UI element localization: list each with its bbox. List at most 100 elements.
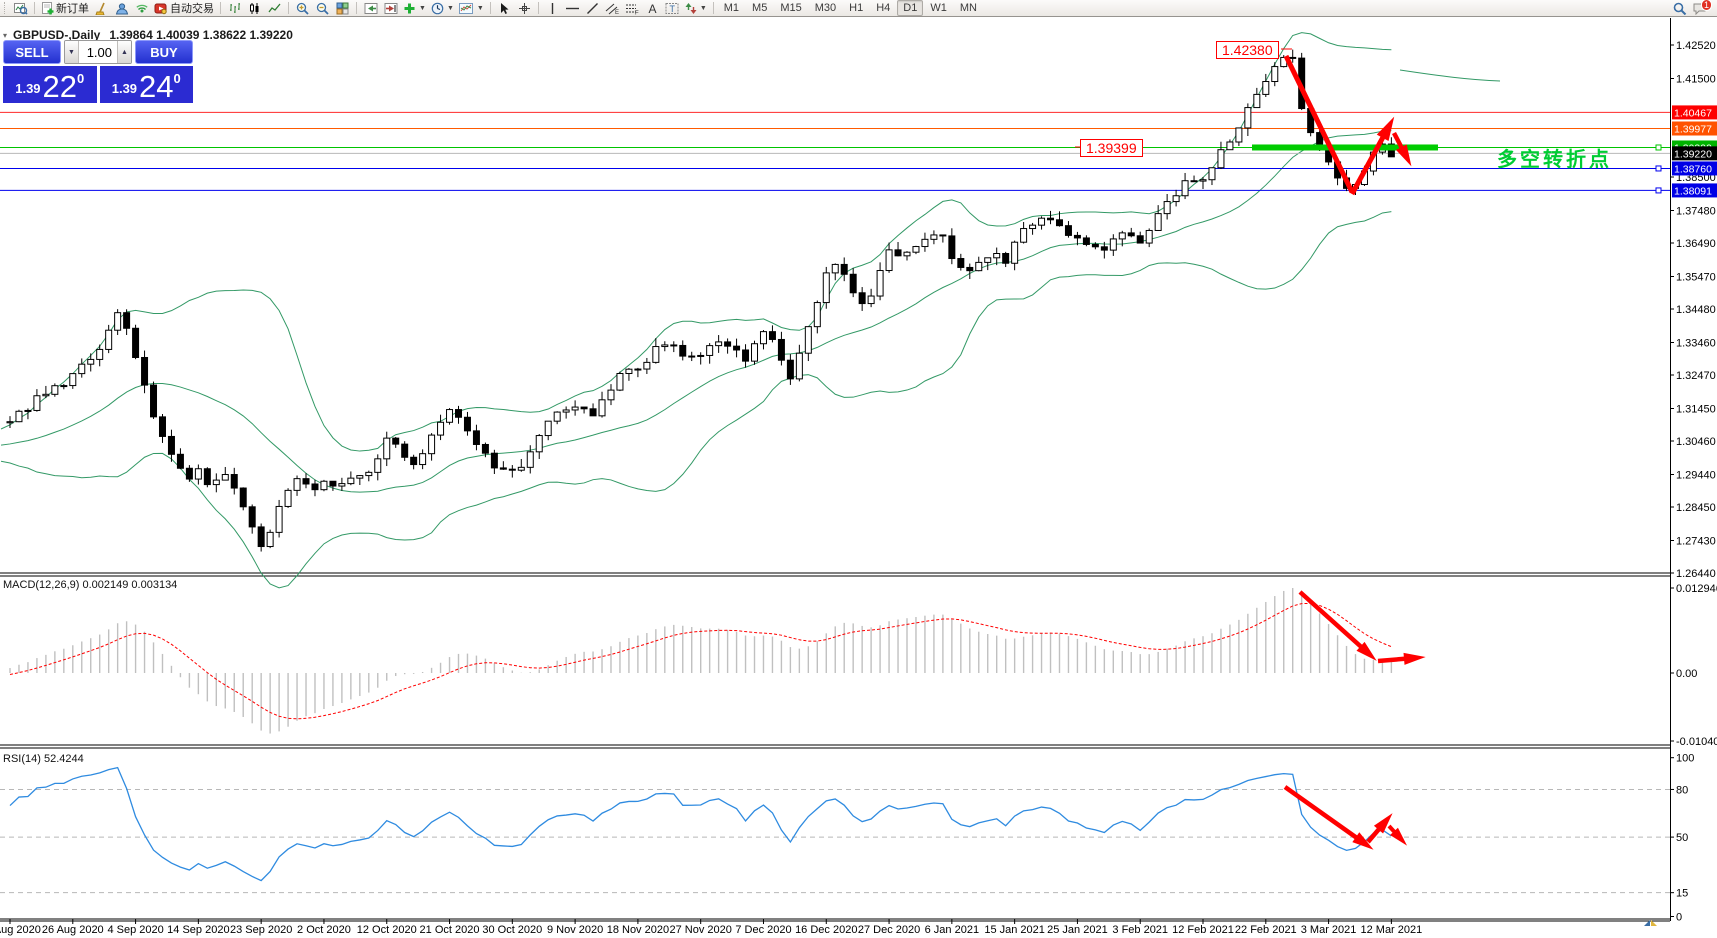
svg-text:7 Dec 2020: 7 Dec 2020	[735, 924, 791, 936]
price-level-lines[interactable]	[0, 112, 1670, 190]
svg-text:1.29440: 1.29440	[1676, 469, 1716, 481]
period-button[interactable]: ▼	[429, 0, 456, 16]
clock-icon	[431, 2, 444, 15]
one-click-trading-panel: SELL ▼ 1.00 ▲ BUY 1.39220 1.39240	[3, 40, 193, 103]
zoom-out-button[interactable]	[313, 0, 332, 16]
svg-text:30 Oct 2020: 30 Oct 2020	[482, 924, 542, 936]
timeframe-m30[interactable]: M30	[809, 0, 842, 16]
template-icon	[459, 2, 474, 15]
profile-cloud-icon	[115, 2, 129, 15]
svg-text:50: 50	[1676, 832, 1688, 844]
bar-chart-button[interactable]	[225, 0, 244, 16]
svg-text:14 Sep 2020: 14 Sep 2020	[167, 924, 229, 936]
chat-button[interactable]: 1	[1690, 0, 1709, 16]
support-price-label[interactable]: 1.39399	[1080, 139, 1143, 157]
tile-windows-button[interactable]	[333, 0, 352, 16]
chart-shift-button[interactable]	[361, 0, 380, 16]
search-icon	[1673, 2, 1687, 15]
vertical-line-button[interactable]	[543, 0, 562, 16]
clear-charts-button[interactable]	[92, 0, 111, 16]
candlestick-chart-button[interactable]	[245, 0, 264, 16]
level-handle[interactable]	[1656, 188, 1661, 193]
text-label-button[interactable]: T	[663, 0, 682, 16]
buy-button[interactable]: BUY	[135, 40, 193, 64]
timeframe-m15[interactable]: M15	[774, 0, 807, 16]
dropdown-arrow-icon: ▼	[700, 5, 707, 12]
chat-unread-badge: 1	[1701, 0, 1712, 11]
chart-canvas[interactable]: 1.425201.415001.385001.374801.364901.354…	[0, 0, 1717, 938]
svg-text:27 Dec 2020: 27 Dec 2020	[858, 924, 920, 936]
new-order-label: 新订单	[56, 0, 89, 16]
svg-text:1.40467: 1.40467	[1674, 107, 1712, 119]
zoom-in-button[interactable]	[293, 0, 312, 16]
svg-text:12 Oct 2020: 12 Oct 2020	[357, 924, 417, 936]
peak-price-label[interactable]: 1.42380	[1216, 41, 1279, 59]
line-chart-button[interactable]	[265, 0, 284, 16]
macd-indicator-label: MACD(12,26,9) 0.002149 0.003134	[3, 579, 177, 591]
autotrading-button[interactable]: 自动交易	[152, 0, 216, 16]
svg-text:26 Aug 2020: 26 Aug 2020	[42, 924, 104, 936]
svg-text:1.30460: 1.30460	[1676, 436, 1716, 448]
buy-price-quote[interactable]: 1.39240	[100, 66, 194, 103]
price-axis[interactable]: 1.425201.415001.385001.374801.364901.354…	[1670, 40, 1717, 580]
volume-value[interactable]: 1.00	[79, 41, 117, 63]
template-button[interactable]: ▼	[457, 0, 486, 16]
svg-text:1.33460: 1.33460	[1676, 337, 1716, 349]
svg-text:1.28450: 1.28450	[1676, 502, 1716, 514]
rsi-name: RSI(14)	[3, 753, 41, 765]
timeframe-h1[interactable]: H1	[843, 0, 869, 16]
timeframe-w1[interactable]: W1	[924, 0, 953, 16]
separator	[356, 2, 357, 14]
svg-text:23 Sep 2020: 23 Sep 2020	[230, 924, 292, 936]
search-button[interactable]	[1670, 0, 1689, 16]
date-axis[interactable]: 17 Aug 202026 Aug 20204 Sep 202014 Sep 2…	[0, 919, 1422, 936]
rsi-value: 52.4244	[44, 753, 84, 765]
trendline-button[interactable]	[583, 0, 602, 16]
equidistant-channel-button[interactable]: E	[603, 0, 622, 16]
mt4-window: 新订单 自动交易 ▼ ▼ ▼ E F A T ▼ M	[0, 0, 1717, 938]
text-button[interactable]: A	[643, 0, 662, 16]
separator	[490, 2, 491, 14]
svg-text:18 Nov 2020: 18 Nov 2020	[607, 924, 669, 936]
level-handle[interactable]	[1656, 145, 1661, 150]
dropdown-arrow-icon: ▼	[419, 5, 426, 12]
auto-scroll-button[interactable]	[381, 0, 400, 16]
sell-price-small: 1.39	[15, 81, 40, 96]
separator	[288, 2, 289, 14]
new-order-button[interactable]: 新订单	[39, 0, 91, 16]
cn-annotation-note[interactable]: 多空转折点	[1497, 143, 1612, 172]
vertical-line-icon	[548, 2, 557, 15]
timeframe-h4[interactable]: H4	[870, 0, 896, 16]
level-handle[interactable]	[1656, 166, 1661, 171]
fibonacci-button[interactable]: F	[623, 0, 642, 16]
candles	[7, 50, 1394, 552]
arrows-button[interactable]: ▼	[683, 0, 709, 16]
sell-price-quote[interactable]: 1.39220	[3, 66, 97, 103]
svg-text:-0.010401: -0.010401	[1676, 736, 1717, 748]
dropdown-arrow-icon: ▼	[447, 5, 454, 12]
crosshair-button[interactable]	[515, 0, 534, 16]
timeframe-d1[interactable]: D1	[897, 0, 923, 16]
timeframe-mn[interactable]: MN	[954, 0, 983, 16]
toolbar-grip[interactable]	[4, 2, 8, 14]
add-indicator-button[interactable]: ▼	[401, 0, 428, 16]
timeframe-m5[interactable]: M5	[746, 0, 773, 16]
svg-text:21 Oct 2020: 21 Oct 2020	[420, 924, 480, 936]
svg-text:15 Jan 2021: 15 Jan 2021	[984, 924, 1045, 936]
svg-text:0.00: 0.00	[1676, 668, 1697, 680]
top-toolbar: 新订单 自动交易 ▼ ▼ ▼ E F A T ▼ M	[0, 0, 1717, 17]
bars-icon	[228, 2, 241, 15]
signals-button[interactable]	[132, 0, 151, 16]
timeframe-m1[interactable]: M1	[718, 0, 745, 16]
macd-values: 0.002149 0.003134	[82, 579, 177, 591]
market-watch-button[interactable]	[11, 0, 30, 16]
svg-text:2 Oct 2020: 2 Oct 2020	[297, 924, 351, 936]
horizontal-line-button[interactable]	[563, 0, 582, 16]
volume-decrease-button[interactable]: ▼	[65, 41, 79, 63]
volume-increase-button[interactable]: ▲	[117, 41, 131, 63]
sell-button[interactable]: SELL	[3, 40, 61, 64]
cursor-button[interactable]	[495, 0, 514, 16]
trendline-icon	[586, 2, 599, 15]
community-button[interactable]	[112, 0, 131, 16]
panel-collapse-icon[interactable]: ▾	[3, 31, 7, 40]
